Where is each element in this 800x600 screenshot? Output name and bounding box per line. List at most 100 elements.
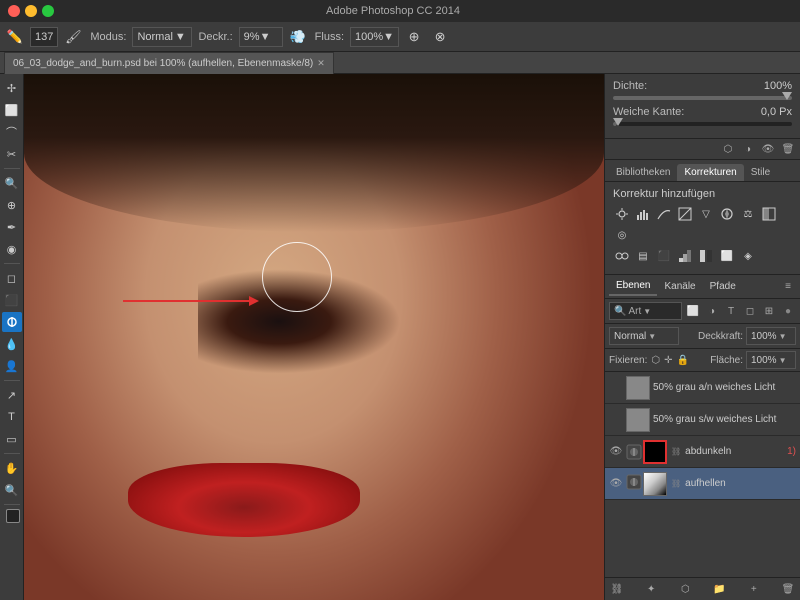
layer-badge: 1) xyxy=(787,446,796,457)
type-filter-icon[interactable]: T xyxy=(723,303,739,319)
lips-area xyxy=(128,463,360,537)
softedge-label: Weiche Kante: xyxy=(613,106,684,118)
layer-visibility-toggle[interactable]: 👁 xyxy=(609,477,623,491)
add-mask-icon[interactable]: ⬡ xyxy=(677,581,693,597)
delete-layer-icon[interactable]: 🗑 xyxy=(780,581,796,597)
tab-close-icon[interactable]: ✕ xyxy=(317,58,325,69)
vibrance-icon[interactable]: ▽ xyxy=(697,205,715,223)
layer-visibility-toggle[interactable]: 👁 xyxy=(609,445,623,459)
hand-tool[interactable]: ✋ xyxy=(2,458,22,478)
layer-row[interactable]: 👁 ⛓ abdunkeln 1) xyxy=(605,436,800,468)
eye-icon[interactable]: 👁 xyxy=(760,141,776,157)
corrections-title: Korrektur hinzufügen xyxy=(613,188,792,200)
tab-pfade[interactable]: Pfade xyxy=(703,278,743,295)
marquee-tool[interactable]: ⬜ xyxy=(2,100,22,120)
selectivecolor-icon[interactable]: ◈ xyxy=(739,247,757,265)
lock-pos-icon[interactable]: ✛ xyxy=(664,355,672,366)
new-group-icon[interactable]: 📁 xyxy=(712,581,728,597)
flow-input[interactable]: 100% ▼ xyxy=(350,27,399,47)
gradientmap-icon[interactable]: ⬜ xyxy=(718,247,736,265)
brush-size-input[interactable]: 137 xyxy=(30,27,58,47)
layer-visibility-toggle[interactable] xyxy=(609,381,623,395)
tab-ebenen[interactable]: Ebenen xyxy=(609,277,657,296)
pixel-filter-icon[interactable]: ⬜ xyxy=(685,303,701,319)
lock-pixels-icon[interactable]: ⬡ xyxy=(651,355,660,366)
filter-toggle-icon[interactable]: ● xyxy=(780,303,796,319)
dodge-tool[interactable] xyxy=(2,312,22,332)
flache-dropdown[interactable]: 100% ▼ xyxy=(746,351,796,369)
lock-transform-icon[interactable]: 🔒 xyxy=(676,355,688,366)
maximize-button[interactable] xyxy=(42,5,54,17)
path-select-tool[interactable]: ↗ xyxy=(2,385,22,405)
layer-row[interactable]: 50% grau s/w weiches Licht xyxy=(605,404,800,436)
adjust-filter-icon[interactable]: ◑ xyxy=(704,303,720,319)
opacity-input[interactable]: 9% ▼ xyxy=(239,27,283,47)
person-tool[interactable]: 👤 xyxy=(2,356,22,376)
curves-icon[interactable] xyxy=(655,205,673,223)
density-slider[interactable] xyxy=(613,96,792,100)
trash-icon[interactable]: 🗑 xyxy=(780,141,796,157)
tab-stile[interactable]: Stile xyxy=(744,164,777,181)
new-layer-icon[interactable]: + xyxy=(746,581,762,597)
layer-thumbnail xyxy=(626,408,650,432)
blur-tool[interactable]: 💧 xyxy=(2,334,22,354)
hue-icon[interactable] xyxy=(718,205,736,223)
window-controls[interactable] xyxy=(8,5,54,17)
opacity-row: Deckkraft: 100% ▼ xyxy=(698,327,796,345)
threshold-icon[interactable] xyxy=(697,247,715,265)
layer-row[interactable]: 50% grau a/n weiches Licht xyxy=(605,372,800,404)
mode-dropdown[interactable]: Normal ▼ xyxy=(132,27,192,47)
tab-bibliotheken[interactable]: Bibliotheken xyxy=(609,164,677,181)
gradient-tool[interactable]: ⬛ xyxy=(2,290,22,310)
airbrush-icon[interactable]: 💨 xyxy=(287,26,309,48)
mask-icon[interactable]: ⬡ xyxy=(720,141,736,157)
brightness-icon[interactable] xyxy=(613,205,631,223)
colorlookup-icon[interactable]: ▤ xyxy=(634,247,652,265)
heal-tool[interactable]: ⊕ xyxy=(2,195,22,215)
shape-filter-icon[interactable]: ◻ xyxy=(742,303,758,319)
document-tab[interactable]: 06_03_dodge_and_burn.psd bei 100% (aufhe… xyxy=(4,52,334,74)
text-tool[interactable]: T xyxy=(2,407,22,427)
panel-menu-icon[interactable]: ≡ xyxy=(780,279,796,295)
canvas-area[interactable] xyxy=(24,74,604,600)
layer-row[interactable]: 👁 ⛓ aufhellen xyxy=(605,468,800,500)
exposure-icon[interactable] xyxy=(676,205,694,223)
link-layers-icon[interactable]: ⛓ xyxy=(609,581,625,597)
adjustment-icon[interactable]: ◑ xyxy=(740,141,756,157)
move-tool[interactable]: ✢ xyxy=(2,78,22,98)
layer-mode-dropdown[interactable]: Normal ▼ xyxy=(609,327,679,345)
shape-tool[interactable]: ▭ xyxy=(2,429,22,449)
channelmixer-icon[interactable] xyxy=(613,247,631,265)
bw-icon[interactable] xyxy=(760,205,778,223)
levels-icon[interactable] xyxy=(634,205,652,223)
pen-tool[interactable]: ✒ xyxy=(2,217,22,237)
zoom-tool[interactable]: 🔍 xyxy=(2,480,22,500)
crop-tool[interactable]: ✂ xyxy=(2,144,22,164)
smartobj-filter-icon[interactable]: ⊞ xyxy=(761,303,777,319)
layer-search-box[interactable]: 🔍 Art ▼ xyxy=(609,302,682,320)
layer-adjustment-icon xyxy=(626,444,642,460)
lasso-tool[interactable]: ⌒ xyxy=(2,122,22,142)
tab-korrekturen[interactable]: Korrekturen xyxy=(677,164,743,181)
invert-icon[interactable]: ⬛ xyxy=(655,247,673,265)
close-button[interactable] xyxy=(8,5,20,17)
tab-kanale[interactable]: Kanäle xyxy=(657,278,702,295)
colorbalance-icon[interactable]: ⚖ xyxy=(739,205,757,223)
brush-preset-icon[interactable]: 🖌 xyxy=(62,26,84,48)
add-style-icon[interactable]: ✦ xyxy=(643,581,659,597)
eraser-tool[interactable]: ◻ xyxy=(2,268,22,288)
foreground-color[interactable] xyxy=(6,509,20,523)
softedge-slider[interactable] xyxy=(613,122,792,126)
brush-tool-icon[interactable]: ✏️ xyxy=(4,26,26,48)
posterize-icon[interactable] xyxy=(676,247,694,265)
tablet-angle-icon[interactable]: ⊗ xyxy=(429,26,451,48)
tablet-pressure-icon[interactable]: ⊕ xyxy=(403,26,425,48)
layer-name: 50% grau s/w weiches Licht xyxy=(653,414,796,425)
search-dropdown-arrow: ▼ xyxy=(643,307,651,316)
eyedropper-tool[interactable]: 🔍 xyxy=(2,173,22,193)
clone-tool[interactable]: ◉ xyxy=(2,239,22,259)
layer-visibility-toggle[interactable] xyxy=(609,413,623,427)
opacity-dropdown[interactable]: 100% ▼ xyxy=(746,327,796,345)
photofilter-icon[interactable]: ◎ xyxy=(613,226,631,244)
minimize-button[interactable] xyxy=(25,5,37,17)
